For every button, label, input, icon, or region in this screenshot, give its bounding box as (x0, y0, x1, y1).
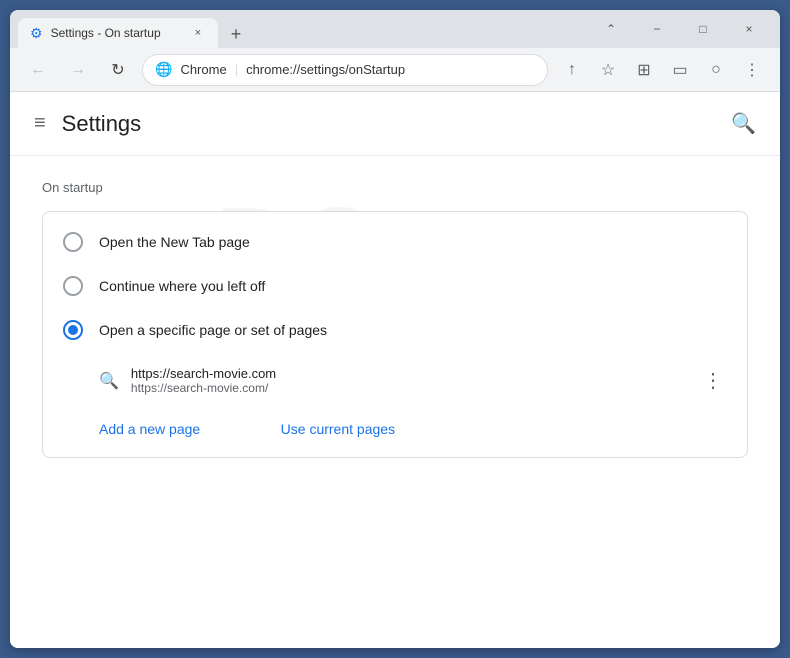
use-current-pages-button[interactable]: Use current pages (225, 409, 415, 449)
address-bar[interactable]: 🌐 Chrome | chrome://settings/onStartup (142, 54, 548, 86)
browser-name: Chrome (180, 62, 226, 77)
main-content: ≡ Settings 🔍 PC4.COM On startup Open the… (10, 92, 780, 648)
radio-circle-continue (63, 276, 83, 296)
window-controls: ⌃ − □ × (588, 10, 772, 48)
radio-label-new-tab: Open the New Tab page (99, 234, 250, 250)
tab-area: ⚙ Settings - On startup × + (18, 10, 588, 48)
sidebar-button[interactable]: ▭ (664, 54, 696, 86)
url-more-menu-button[interactable]: ⋮ (699, 364, 727, 397)
forward-button[interactable]: → (62, 54, 94, 86)
title-bar: ⚙ Settings - On startup × + ⌃ − □ × (10, 10, 780, 48)
url-sub: https://search-movie.com/ (131, 381, 687, 395)
settings-page: ≡ Settings 🔍 PC4.COM On startup Open the… (10, 92, 780, 648)
tab-title: Settings - On startup (51, 26, 182, 40)
startup-options-card: Open the New Tab page Continue where you… (42, 211, 748, 458)
active-tab[interactable]: ⚙ Settings - On startup × (18, 18, 218, 48)
radio-label-specific: Open a specific page or set of pages (99, 322, 327, 338)
back-button[interactable]: ← (22, 54, 54, 86)
radio-circle-specific (63, 320, 83, 340)
hamburger-menu-icon[interactable]: ≡ (34, 112, 46, 135)
address-text: chrome://settings/onStartup (246, 62, 535, 77)
url-main: https://search-movie.com (131, 366, 687, 381)
new-tab-button[interactable]: + (222, 20, 250, 48)
window-minimize-button[interactable]: − (634, 10, 680, 48)
browser-window: ⚙ Settings - On startup × + ⌃ − □ × ← → … (10, 10, 780, 648)
settings-body: PC4.COM On startup Open the New Tab page… (10, 156, 780, 482)
radio-label-continue: Continue where you left off (99, 278, 265, 294)
reload-button[interactable]: ↻ (102, 54, 134, 86)
radio-option-new-tab[interactable]: Open the New Tab page (43, 220, 747, 264)
share-button[interactable]: ↑ (556, 54, 588, 86)
url-info: https://search-movie.com https://search-… (131, 366, 687, 395)
window-collapse-button[interactable]: ⌃ (588, 10, 634, 48)
search-url-icon: 🔍 (99, 371, 119, 391)
more-menu-button[interactable]: ⋮ (736, 54, 768, 86)
browser-toolbar: ← → ↻ 🌐 Chrome | chrome://settings/onSta… (10, 48, 780, 92)
settings-header: ≡ Settings 🔍 (10, 92, 780, 156)
profile-button[interactable]: ○ (700, 54, 732, 86)
window-maximize-button[interactable]: □ (680, 10, 726, 48)
startup-url-item: 🔍 https://search-movie.com https://searc… (43, 352, 747, 409)
tab-close-button[interactable]: × (190, 25, 206, 41)
chrome-logo-icon: 🌐 (155, 61, 172, 78)
on-startup-label: On startup (42, 180, 748, 195)
radio-option-specific[interactable]: Open a specific page or set of pages (43, 308, 747, 352)
address-separator: | (235, 62, 238, 77)
extensions-button[interactable]: ⊞ (628, 54, 660, 86)
settings-search-icon[interactable]: 🔍 (731, 111, 756, 136)
settings-page-title: Settings (62, 111, 142, 137)
window-close-button[interactable]: × (726, 10, 772, 48)
add-new-page-button[interactable]: Add a new page (43, 409, 220, 449)
bookmark-button[interactable]: ☆ (592, 54, 624, 86)
radio-option-continue[interactable]: Continue where you left off (43, 264, 747, 308)
toolbar-actions: ↑ ☆ ⊞ ▭ ○ ⋮ (556, 54, 768, 86)
radio-dot-specific (68, 325, 78, 335)
radio-circle-new-tab (63, 232, 83, 252)
tab-favicon: ⚙ (30, 25, 43, 42)
